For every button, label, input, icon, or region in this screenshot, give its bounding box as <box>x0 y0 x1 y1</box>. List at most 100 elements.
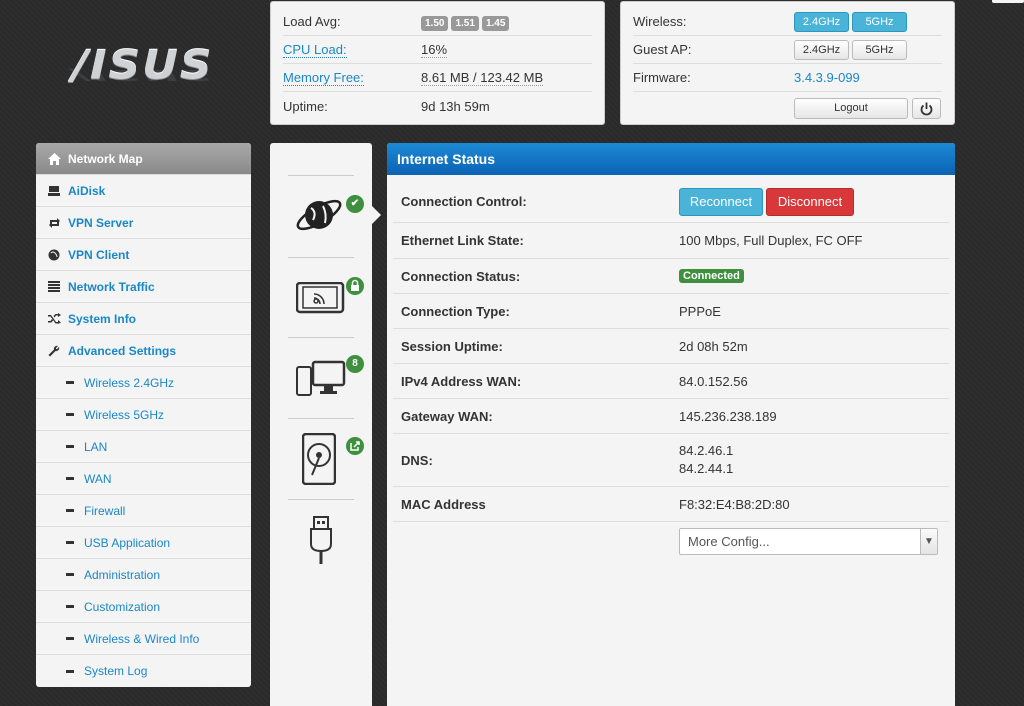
guest-ap-24ghz-button[interactable]: 2.4GHz <box>794 39 849 60</box>
connection-status-badge: Connected <box>679 269 744 283</box>
sidebar-subitem-customization[interactable]: Customization <box>36 591 251 623</box>
ethernet-link-label: Ethernet Link State: <box>401 233 524 248</box>
sidebar-subitem-label: Administration <box>84 567 161 582</box>
sidebar-item-aidisk[interactable]: AiDisk <box>36 175 251 207</box>
device-internet[interactable]: ✔ <box>288 175 364 257</box>
mac-address-value: F8:32:E4:B8:2D:80 <box>679 496 790 512</box>
memory-free-value: 8.61 MB / 123.42 MB <box>421 69 544 86</box>
device-selection-arrow <box>372 206 381 224</box>
wireless-row: Wireless: 2.4GHz 5GHz <box>633 8 942 36</box>
wireless-5ghz-button[interactable]: 5GHz <box>852 11 907 32</box>
top-right-strip <box>992 0 1024 3</box>
sidebar-subitem-label: Wireless 2.4GHz <box>84 375 175 390</box>
sidebar-subitem-label: USB Application <box>84 535 171 550</box>
device-usb-port[interactable] <box>288 499 354 579</box>
sidebar-item-system-info[interactable]: System Info <box>36 303 251 335</box>
session-uptime-row: Session Uptime: 2d 08h 52m <box>393 329 949 364</box>
home-icon <box>47 152 61 166</box>
uptime-row: Uptime: 9d 13h 59m <box>283 92 592 120</box>
dash-icon <box>66 637 74 640</box>
sidebar-subitem-wireless-wired-info[interactable]: Wireless & Wired Info <box>36 623 251 655</box>
load-avg-1: 1.50 <box>421 16 449 31</box>
sidebar-subitem-usb-application[interactable]: USB Application <box>36 527 251 559</box>
usb-plug-icon <box>310 516 332 564</box>
sidebar-subitem-wireless-5ghz[interactable]: Wireless 5GHz <box>36 399 251 431</box>
connection-type-row: Connection Type: PPPoE <box>393 294 949 329</box>
list-icon <box>47 280 61 294</box>
disconnect-button[interactable]: Disconnect <box>766 187 854 216</box>
sidebar-subitem-administration[interactable]: Administration <box>36 559 251 591</box>
device-wireless[interactable] <box>288 257 364 337</box>
wrench-icon <box>47 344 61 358</box>
cpu-load-link[interactable]: CPU Load: <box>283 42 347 58</box>
wireless-tablet-icon <box>296 282 345 314</box>
sidebar-item-label: VPN Client <box>68 247 130 262</box>
internet-globe-icon <box>296 199 342 231</box>
dash-icon <box>66 541 74 544</box>
sidebar-item-network-traffic[interactable]: Network Traffic <box>36 271 251 303</box>
gateway-wan-label: Gateway WAN: <box>401 408 493 424</box>
guest-ap-5ghz-button[interactable]: 5GHz <box>852 39 907 60</box>
gateway-wan-value: 145.236.238.189 <box>679 408 777 424</box>
logout-button[interactable]: Logout <box>794 98 908 119</box>
device-usb-disk[interactable] <box>288 418 364 499</box>
ipv4-wan-row: IPv4 Address WAN: 84.0.152.56 <box>393 364 949 399</box>
load-avg-label: Load Avg: <box>283 14 341 29</box>
system-info-panel: Load Avg: 1.50 1.51 1.45 CPU Load: 16% Mem… <box>270 1 605 125</box>
usb-disk-badge <box>346 437 364 455</box>
load-avg-row: Load Avg: 1.50 1.51 1.45 <box>283 8 592 36</box>
clients-count-badge: 8 <box>346 355 364 373</box>
sidebar-subitem-label: System Log <box>84 664 148 678</box>
retweet-icon <box>47 216 61 230</box>
globe-icon <box>47 248 61 262</box>
panel-title: Internet Status <box>387 143 955 175</box>
sidebar-subitem-label: WAN <box>84 471 112 486</box>
dash-icon <box>66 445 74 448</box>
chevron-down-icon: ▼ <box>920 529 937 554</box>
dns-label: DNS: <box>401 452 433 468</box>
ipv4-wan-label: IPv4 Address WAN: <box>401 373 522 389</box>
dns-values: 84.2.46.1 84.2.44.1 <box>679 442 733 478</box>
hard-disk-icon <box>302 433 336 485</box>
sidebar-item-advanced-settings[interactable]: Advanced Settings <box>36 335 251 367</box>
device-clients[interactable]: 8 <box>288 337 364 418</box>
sidebar-item-vpn-server[interactable]: VPN Server <box>36 207 251 239</box>
wireless-24ghz-button[interactable]: 2.4GHz <box>794 11 849 32</box>
sidebar-item-vpn-client[interactable]: VPN Client <box>36 239 251 271</box>
controls-panel: Wireless: 2.4GHz 5GHz Guest AP: 2.4GHz 5GH… <box>620 1 955 125</box>
clients-devices-icon <box>296 360 346 396</box>
mac-address-row: MAC Address F8:32:E4:B8:2D:80 <box>393 487 949 522</box>
ethernet-link-row: Ethernet Link State: 100 Mbps, Full Dupl… <box>393 223 949 259</box>
dash-icon <box>66 413 74 416</box>
power-button[interactable] <box>912 98 941 119</box>
memory-free-link[interactable]: Memory Free: <box>283 70 364 86</box>
session-uptime-value: 2d 08h 52m <box>679 338 748 354</box>
sidebar-item-label: System Info <box>68 311 137 326</box>
lock-badge <box>346 277 364 295</box>
uptime-label: Uptime: <box>283 98 328 114</box>
sidebar-subitem-lan[interactable]: LAN <box>36 431 251 463</box>
sidebar-subitem-wan[interactable]: WAN <box>36 463 251 495</box>
dash-icon <box>66 381 74 384</box>
reconnect-button[interactable]: Reconnect <box>679 187 763 216</box>
dash-icon <box>66 669 74 673</box>
sidebar-subitem-firewall[interactable]: Firewall <box>36 495 251 527</box>
connection-type-value: PPPoE <box>679 303 721 319</box>
logout-row: Logout <box>633 92 942 125</box>
sidebar-subitem-label: Customization <box>84 599 161 614</box>
firmware-label: Firmware: <box>633 70 691 85</box>
sidebar-item-network-map[interactable]: Network Map <box>36 143 251 175</box>
more-config-select[interactable]: More Config... ▼ <box>679 528 938 555</box>
more-config-value: More Config... <box>688 534 770 549</box>
dns-primary: 84.2.46.1 <box>679 443 734 458</box>
firmware-version-link[interactable]: 3.4.3.9-099 <box>794 70 860 85</box>
ipv4-wan-value: 84.0.152.56 <box>679 373 748 389</box>
sidebar-item-label: Network Traffic <box>68 279 155 294</box>
dns-row: DNS: 84.2.46.1 84.2.44.1 <box>393 434 949 487</box>
sidebar-subitem-system-log[interactable]: System Log <box>36 655 251 687</box>
device-column: ✔ 8 <box>270 143 372 706</box>
sidebar-subitem-wireless-24ghz[interactable]: Wireless 2.4GHz <box>36 367 251 399</box>
guest-ap-row: Guest AP: 2.4GHz 5GHz <box>633 36 942 64</box>
sidebar: Network Map AiDisk VPN Server VPN Client… <box>36 143 251 687</box>
power-icon <box>920 102 933 116</box>
